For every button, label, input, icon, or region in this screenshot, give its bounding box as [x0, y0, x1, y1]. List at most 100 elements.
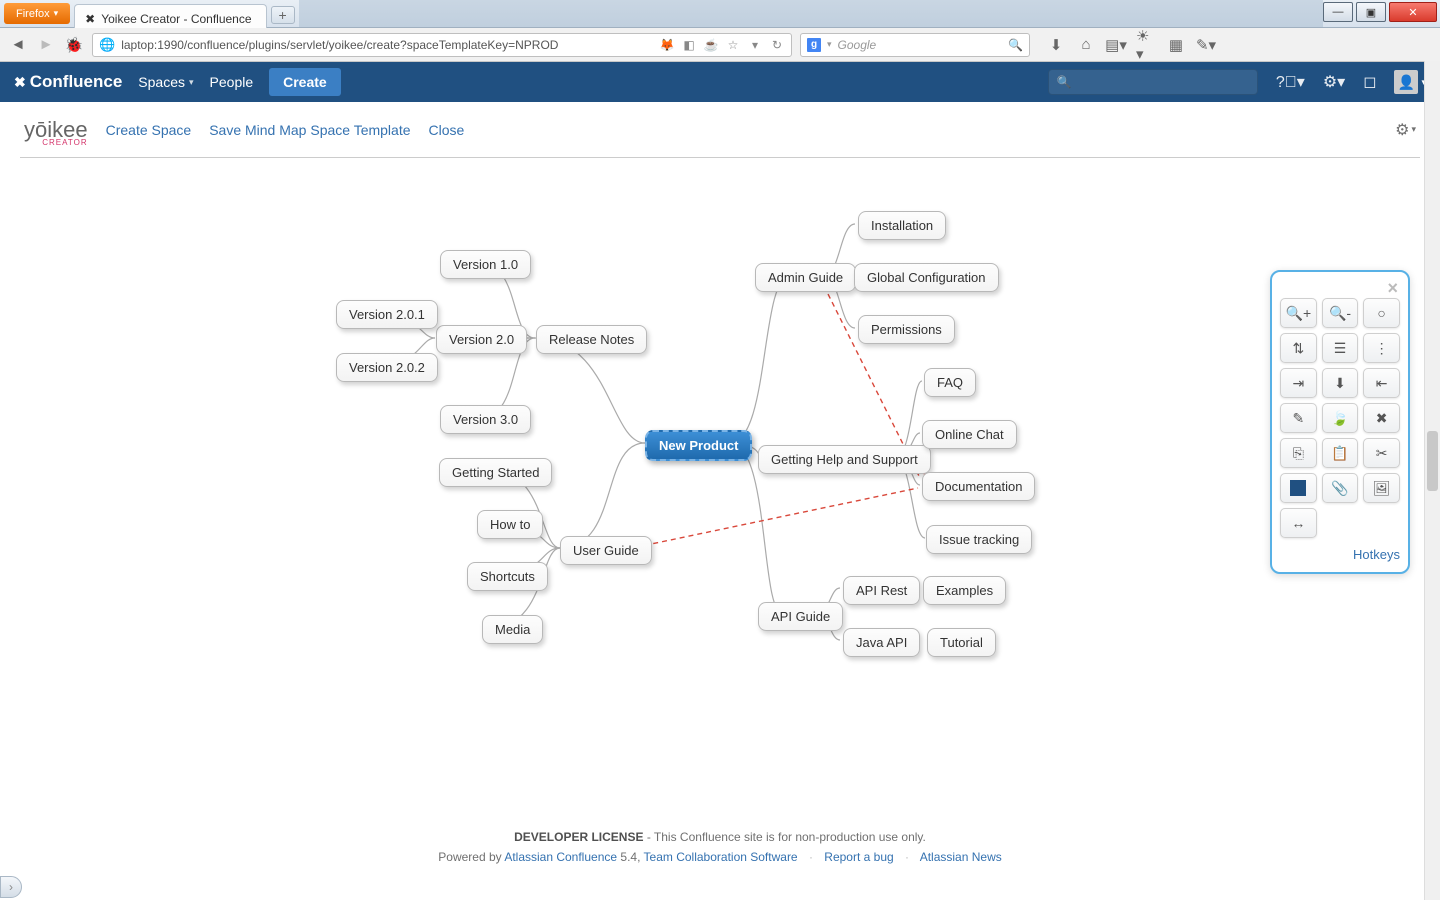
node-media[interactable]: Media [482, 615, 543, 644]
link-button[interactable]: ↔ [1280, 508, 1317, 538]
node-v30[interactable]: Version 3.0 [440, 405, 531, 434]
confluence-logo[interactable]: Confluence [14, 72, 122, 92]
mindmap-canvas[interactable]: New Product Release Notes Version 1.0 Ve… [0, 158, 1440, 768]
addon3-icon[interactable]: ☀▾ [1136, 35, 1156, 55]
inbox-icon[interactable]: ◻ [1363, 72, 1376, 92]
node-examples[interactable]: Examples [923, 576, 1006, 605]
node-shortcuts[interactable]: Shortcuts [467, 562, 548, 591]
layout-list-button[interactable]: ☰ [1322, 333, 1359, 363]
node-global-config[interactable]: Global Configuration [854, 263, 999, 292]
cut-button[interactable]: ✂ [1363, 438, 1400, 468]
layout-tree-button[interactable]: ⇅ [1280, 333, 1317, 363]
addon2-icon[interactable]: ◧ [681, 37, 697, 53]
node-java-api[interactable]: Java API [843, 628, 920, 657]
confluence-search[interactable] [1048, 69, 1258, 95]
download-button[interactable]: ⬇ [1322, 368, 1359, 398]
window-titlebar: Firefox ✖ Yoikee Creator - Confluence + … [0, 0, 1440, 28]
new-tab-button[interactable]: + [271, 6, 295, 24]
help-icon[interactable]: ?⃝▾ [1276, 72, 1305, 92]
zoom-in-button[interactable]: 🔍+ [1280, 298, 1317, 328]
close-window-button[interactable]: ✕ [1389, 2, 1437, 22]
reload-icon[interactable]: ↻ [769, 37, 785, 53]
node-online-chat[interactable]: Online Chat [922, 420, 1017, 449]
delete-button[interactable]: ✖ [1363, 403, 1400, 433]
hotkeys-link[interactable]: Hotkeys [1353, 547, 1400, 562]
page-footer: DEVELOPER LICENSE - This Confluence site… [0, 824, 1440, 870]
import-button[interactable]: ⇤ [1363, 368, 1400, 398]
node-v10[interactable]: Version 1.0 [440, 250, 531, 279]
node-how-to[interactable]: How to [477, 510, 543, 539]
node-help-support[interactable]: Getting Help and Support [758, 445, 931, 474]
tool-panel: × 🔍+ 🔍- ○ ⇅ ☰ ⋮ ⇥ ⬇ ⇤ ✎ 🍃 ✖ ⎘ 📋 ✂ 📎 🖼 ↔ … [1270, 270, 1410, 574]
yoikee-gear-icon[interactable]: ⚙ [1395, 120, 1416, 140]
gear-icon[interactable]: ⚙▾ [1323, 72, 1345, 92]
home-icon[interactable]: ⌂ [1076, 35, 1096, 55]
link-save-template[interactable]: Save Mind Map Space Template [209, 122, 410, 138]
node-release-notes[interactable]: Release Notes [536, 325, 647, 354]
back-button[interactable]: ◄ [8, 35, 28, 55]
search-go-icon[interactable]: 🔍 [1008, 38, 1023, 52]
zoom-out-button[interactable]: 🔍- [1322, 298, 1359, 328]
node-user-guide[interactable]: User Guide [560, 536, 652, 565]
url-bar[interactable]: 🌐 laptop:1990/confluence/plugins/servlet… [92, 33, 792, 57]
java-icon[interactable]: ☕ [703, 37, 719, 53]
powered-label: Powered by [438, 850, 504, 864]
addon-chevron-icon[interactable]: › [0, 876, 22, 898]
color-button[interactable] [1280, 473, 1317, 503]
edit-button[interactable]: ✎ [1280, 403, 1317, 433]
google-icon: g [807, 38, 821, 52]
scrollbar-thumb[interactable] [1427, 431, 1438, 491]
attach-button[interactable]: 📎 [1322, 473, 1359, 503]
node-v202[interactable]: Version 2.0.2 [336, 353, 438, 382]
zoom-reset-button[interactable]: ○ [1363, 298, 1400, 328]
search-bar[interactable]: g ▾ Google 🔍 [800, 33, 1030, 57]
forward-button[interactable]: ► [36, 35, 56, 55]
firebug-icon[interactable]: 🐞 [64, 35, 84, 55]
bookmark-star-icon[interactable]: ☆ [725, 37, 741, 53]
node-v201[interactable]: Version 2.0.1 [336, 300, 438, 329]
node-documentation[interactable]: Documentation [922, 472, 1035, 501]
paste-button[interactable]: 📋 [1322, 438, 1359, 468]
link-close[interactable]: Close [429, 122, 465, 138]
image-button[interactable]: 🖼 [1363, 473, 1400, 503]
node-issue-tracking[interactable]: Issue tracking [926, 525, 1032, 554]
downloads-icon[interactable]: ⬇ [1046, 35, 1066, 55]
node-installation[interactable]: Installation [858, 211, 946, 240]
minimize-button[interactable]: — [1323, 2, 1353, 22]
copy-button[interactable]: ⎘ [1280, 438, 1317, 468]
export-button[interactable]: ⇥ [1280, 368, 1317, 398]
mindmap-links [0, 158, 1440, 768]
addon4-icon[interactable]: ▦ [1166, 35, 1186, 55]
firefox-menu-button[interactable]: Firefox [4, 3, 70, 24]
scrollbar[interactable] [1424, 61, 1440, 900]
browser-tab[interactable]: ✖ Yoikee Creator - Confluence [74, 4, 266, 28]
addon5-icon[interactable]: ✎▾ [1196, 35, 1216, 55]
nav-people[interactable]: People [210, 74, 254, 90]
node-permissions[interactable]: Permissions [858, 315, 955, 344]
panel-close-icon[interactable]: × [1387, 278, 1398, 299]
node-api-guide[interactable]: API Guide [758, 602, 843, 631]
dropdown-icon[interactable]: ▾ [747, 37, 763, 53]
node-getting-started[interactable]: Getting Started [439, 458, 552, 487]
link-create-space[interactable]: Create Space [106, 122, 192, 138]
node-faq[interactable]: FAQ [924, 368, 976, 397]
confluence-header: Confluence Spaces People Create ?⃝▾ ⚙▾ ◻… [0, 62, 1440, 102]
link-team-collab[interactable]: Team Collaboration Software [644, 850, 798, 864]
node-root[interactable]: New Product [645, 430, 752, 461]
maximize-button[interactable]: ▣ [1356, 2, 1386, 22]
user-avatar-icon[interactable]: 👤 [1394, 70, 1418, 94]
leaf-button[interactable]: 🍃 [1322, 403, 1359, 433]
node-api-rest[interactable]: API Rest [843, 576, 920, 605]
yoikee-subheader: yōikeeCREATOR Create Space Save Mind Map… [20, 102, 1420, 158]
addon1-icon[interactable]: 🦊 [659, 37, 675, 53]
layout-dots-button[interactable]: ⋮ [1363, 333, 1400, 363]
nav-spaces[interactable]: Spaces [138, 74, 193, 90]
bookmarks-icon[interactable]: ▤▾ [1106, 35, 1126, 55]
node-tutorial[interactable]: Tutorial [927, 628, 996, 657]
node-admin-guide[interactable]: Admin Guide [755, 263, 856, 292]
link-atlassian-news[interactable]: Atlassian News [920, 850, 1002, 864]
link-report-bug[interactable]: Report a bug [824, 850, 893, 864]
node-v20[interactable]: Version 2.0 [436, 325, 527, 354]
link-atlassian-confluence[interactable]: Atlassian Confluence [504, 850, 617, 864]
nav-create-button[interactable]: Create [269, 68, 341, 96]
